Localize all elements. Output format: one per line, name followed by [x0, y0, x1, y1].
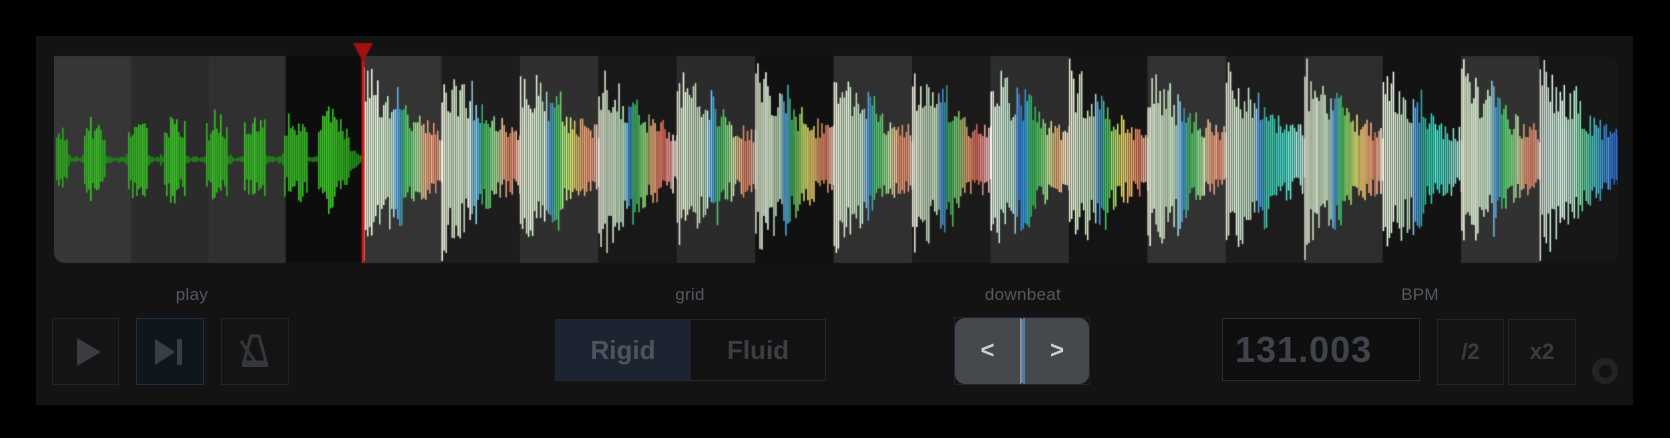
downbeat-section-label: downbeat — [953, 285, 1093, 305]
led-indicator-dot — [1599, 365, 1612, 378]
plugin-window: play grid downbeat BPM Rigid Fluid < > 1… — [0, 0, 1670, 438]
grid-mode-toggle: Rigid Fluid — [555, 319, 826, 381]
led-indicator — [1592, 358, 1618, 384]
play-button[interactable] — [52, 318, 119, 385]
downbeat-next-button[interactable]: > — [1022, 318, 1089, 384]
downbeat-previous-button[interactable]: < — [955, 318, 1022, 384]
restart-play-button[interactable] — [136, 318, 204, 385]
grid-section-label: grid — [620, 285, 760, 305]
bpm-value-field[interactable]: 131.003 — [1222, 318, 1420, 381]
play-section-label: play — [122, 285, 262, 305]
bpm-halve-button[interactable]: /2 — [1437, 319, 1504, 385]
skip-forward-icon — [153, 338, 187, 366]
grid-mode-rigid-button[interactable]: Rigid — [556, 320, 690, 380]
metronome-button[interactable] — [221, 318, 289, 385]
grid-mode-fluid-button[interactable]: Fluid — [690, 320, 825, 380]
waveform-display[interactable] — [54, 40, 1618, 264]
play-icon — [77, 338, 101, 366]
downbeat-nudge-group: < > — [955, 318, 1089, 384]
bpm-section-label: BPM — [1350, 285, 1490, 305]
metronome-icon — [234, 331, 276, 373]
bpm-double-button[interactable]: x2 — [1508, 319, 1576, 385]
